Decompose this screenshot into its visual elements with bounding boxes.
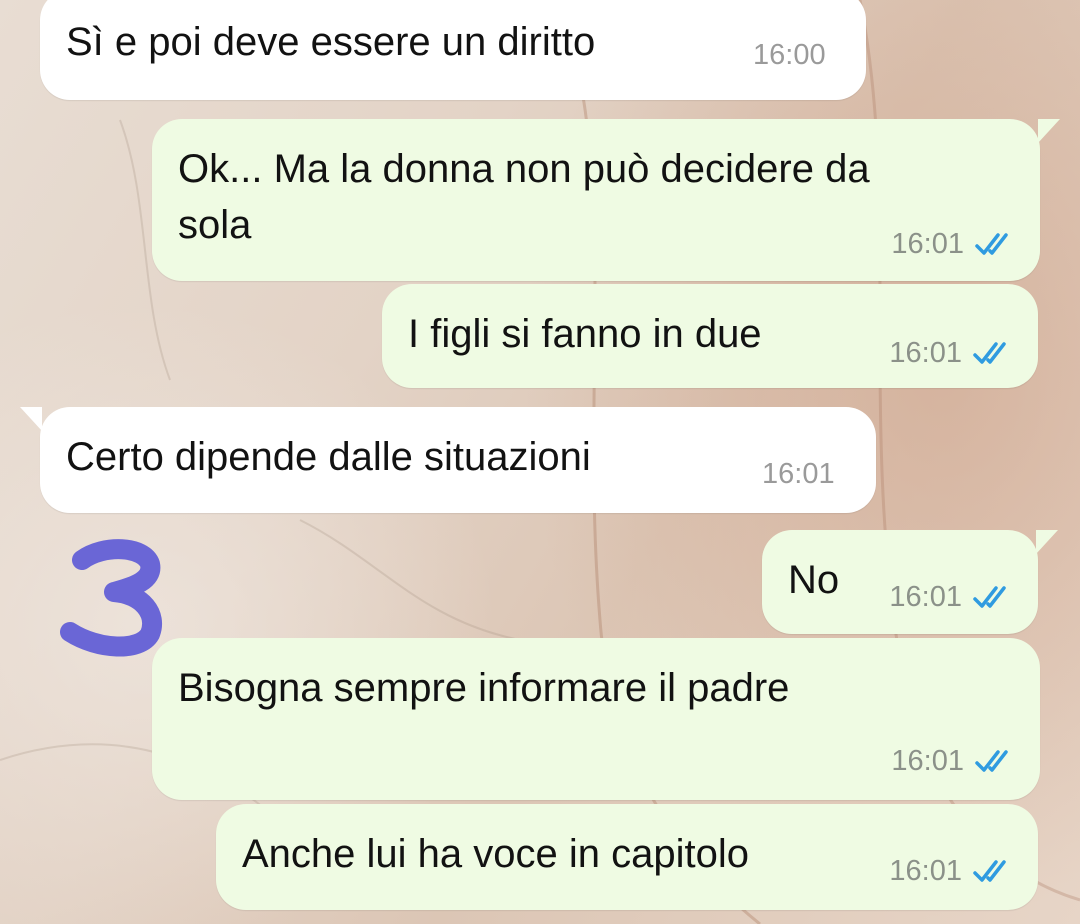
message-text: No (788, 558, 840, 602)
message-text: Certo dipende dalle situazioni (66, 435, 591, 479)
message-text: Sì e poi deve essere un diritto (66, 20, 596, 64)
message-bubble-outgoing[interactable]: Anche lui ha voce in capitolo 16:01 (216, 804, 1038, 910)
message-meta: 16:00 (753, 38, 826, 72)
message-meta: 16:01 (891, 744, 1018, 778)
message-text: Anche lui ha voce in capitolo (242, 832, 749, 876)
double-check-icon (973, 342, 1006, 364)
message-time: 16:00 (753, 39, 826, 71)
message-time: 16:01 (889, 855, 962, 887)
scribble-mark (60, 539, 162, 657)
message-meta: 16:01 (891, 227, 1018, 261)
bubble-tail (1038, 119, 1060, 143)
message-bubble-outgoing[interactable]: No 16:01 (762, 530, 1058, 634)
message-time: 16:01 (889, 581, 962, 613)
message-time: 16:01 (891, 228, 964, 260)
message-time: 16:01 (762, 458, 835, 490)
bubble-tail (1036, 530, 1058, 554)
message-text: I figli si fanno in due (408, 312, 762, 356)
message-meta: 16:01 (889, 336, 1016, 370)
message-text: Ok... Ma la donna non può decidere da so… (178, 147, 870, 247)
message-meta: 16:01 (889, 580, 1016, 614)
double-check-icon (973, 586, 1006, 608)
double-check-icon (975, 750, 1008, 772)
double-check-icon (973, 860, 1006, 882)
message-bubble-outgoing[interactable]: I figli si fanno in due 16:01 (382, 284, 1038, 388)
message-bubble-outgoing[interactable]: Ok... Ma la donna non può decidere da so… (152, 119, 1060, 281)
message-time: 16:01 (891, 745, 964, 777)
message-text: Bisogna sempre informare il padre (178, 666, 790, 710)
double-check-icon (975, 233, 1008, 255)
message-bubble-incoming[interactable]: Sì e poi deve essere un diritto 16:00 (40, 0, 866, 100)
message-bubble-outgoing[interactable]: Bisogna sempre informare il padre 16:01 (152, 638, 1040, 800)
message-meta: 16:01 (762, 457, 835, 491)
message-bubble-incoming[interactable]: Certo dipende dalle situazioni 16:01 (20, 407, 876, 513)
message-meta: 16:01 (889, 854, 1016, 888)
message-time: 16:01 (889, 337, 962, 369)
bubble-tail (20, 407, 42, 431)
